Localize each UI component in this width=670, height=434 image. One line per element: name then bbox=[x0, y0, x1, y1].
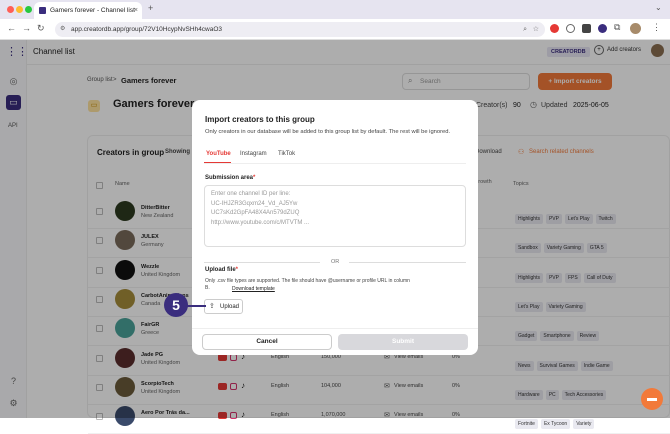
extensions-puzzle-icon[interactable]: ⧉ bbox=[614, 22, 620, 33]
or-label: OR bbox=[331, 259, 340, 265]
tab-instagram[interactable]: Instagram bbox=[240, 151, 267, 157]
extension-icon[interactable] bbox=[582, 24, 591, 33]
download-template-link[interactable]: Download template bbox=[230, 286, 275, 292]
address-bar: ← → ↻ ⚙ app.creatordb.app/group/72V10Hcy… bbox=[0, 19, 670, 40]
back-icon[interactable]: ← bbox=[7, 23, 16, 33]
tab-youtube[interactable]: YouTube bbox=[206, 151, 231, 157]
browser-tab[interactable]: Gamers forever - Channel list × bbox=[34, 2, 142, 19]
minimize-window-icon[interactable] bbox=[16, 6, 23, 13]
placeholder-line: UC7sKd2GpFA48X4An579dZUQ bbox=[211, 210, 300, 216]
placeholder-line: http://www.youtube.com/c/MTVTM ... bbox=[211, 219, 310, 226]
browser-menu-icon[interactable]: ⋮ bbox=[652, 22, 661, 33]
tab-close-icon[interactable]: × bbox=[134, 2, 138, 19]
submission-label: Submission area* bbox=[205, 175, 256, 181]
browser-tab-bar: Gamers forever - Channel list × + ⌄ bbox=[0, 0, 670, 19]
tutorial-step-badge: 5 bbox=[164, 293, 188, 317]
chat-support-icon[interactable]: ▬ bbox=[641, 388, 663, 410]
tab-title: Gamers forever - Channel list bbox=[50, 7, 135, 14]
topic-tag[interactable]: Fortnite bbox=[515, 419, 538, 430]
cancel-button[interactable]: Cancel bbox=[202, 334, 332, 350]
upload-icon: ⇪ bbox=[209, 303, 215, 310]
url-text: app.creatordb.app/group/72V10HcypNvSHh4c… bbox=[71, 26, 223, 33]
footer-divider bbox=[192, 328, 478, 329]
zoom-icon[interactable]: ⌕ bbox=[523, 22, 527, 37]
reload-icon[interactable]: ↻ bbox=[37, 23, 45, 34]
extension-icon[interactable] bbox=[566, 24, 575, 33]
placeholder-line: Enter one channel ID per line: bbox=[211, 191, 291, 197]
topic-tag[interactable]: Ex Tycoon bbox=[540, 419, 571, 430]
bookmark-star-icon[interactable]: ☆ bbox=[533, 22, 539, 37]
close-window-icon[interactable] bbox=[7, 6, 14, 13]
tabs-divider bbox=[204, 163, 466, 164]
upload-file-label: Upload file* bbox=[205, 267, 239, 273]
extension-icon[interactable] bbox=[550, 24, 559, 33]
new-tab-button[interactable]: + bbox=[148, 3, 153, 13]
or-divider-right bbox=[349, 262, 466, 263]
submit-button[interactable]: Submit bbox=[338, 334, 468, 350]
upload-button-label: Upload bbox=[220, 304, 240, 310]
tab-list-chevron-icon[interactable]: ⌄ bbox=[655, 3, 662, 12]
tutorial-pointer-line bbox=[186, 305, 206, 307]
modal-subtitle: Only creators in our database will be ad… bbox=[205, 129, 451, 135]
upload-button[interactable]: ⇪ Upload bbox=[204, 299, 243, 314]
placeholder-line: UC-IHJZR3Gqxm24_Vd_AJ5Yw bbox=[211, 200, 298, 207]
profile-avatar[interactable] bbox=[630, 23, 641, 34]
extension-icon[interactable] bbox=[598, 24, 607, 33]
tab-tiktok[interactable]: TikTok bbox=[278, 151, 295, 157]
or-divider-left bbox=[204, 262, 320, 263]
topic-tag[interactable]: Variety bbox=[573, 419, 595, 430]
modal-title: Import creators to this group bbox=[205, 115, 315, 124]
favicon-icon bbox=[39, 7, 46, 14]
maximize-window-icon[interactable] bbox=[25, 6, 32, 13]
url-field[interactable]: ⚙ app.creatordb.app/group/72V10HcypNvSHh… bbox=[55, 22, 545, 37]
site-settings-icon[interactable]: ⚙ bbox=[60, 22, 65, 37]
forward-icon[interactable]: → bbox=[22, 23, 31, 33]
import-creators-modal: Import creators to this group Only creat… bbox=[192, 100, 478, 355]
submission-textarea[interactable]: Enter one channel ID per line: UC-IHJZR3… bbox=[204, 185, 466, 247]
